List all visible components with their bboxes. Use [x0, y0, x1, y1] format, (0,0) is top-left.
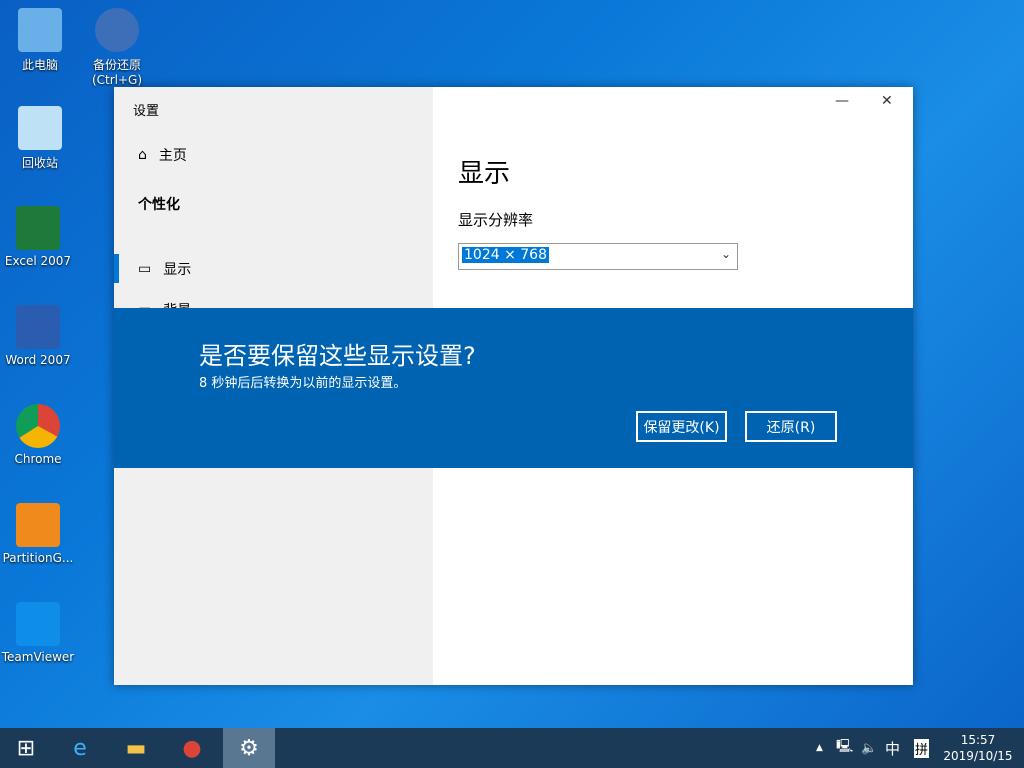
window-title: 设置 [133, 104, 160, 119]
home-label: 主页 [158, 148, 187, 164]
icon-label: PartitionG... [2, 551, 74, 565]
revert-button[interactable]: 还原(R) [745, 411, 837, 442]
minimize-button[interactable]: — [835, 93, 849, 109]
gear-icon: ⚙ [239, 735, 259, 761]
icon-label: 回收站 [21, 156, 58, 170]
desktop-icon-backup[interactable]: 备份还原 (Ctrl+G) [79, 8, 155, 87]
sidebar-item-display[interactable]: ▭ 显示 [138, 259, 191, 279]
network-icon[interactable]: 🖳 [836, 728, 853, 768]
teamviewer-icon [16, 602, 60, 646]
chevron-down-icon: ⌄ [720, 247, 731, 261]
volume-icon[interactable]: 🔈 [861, 728, 877, 768]
home-icon: ⌂ [138, 147, 147, 163]
show-hidden-icons[interactable]: ▲ [816, 728, 823, 768]
page-title: 显示 [458, 159, 511, 189]
monitor-icon: ▭ [138, 261, 152, 277]
clock[interactable]: 15:57 2019/10/15 [940, 728, 1016, 768]
resolution-dropdown[interactable]: 1024 × 768 ⌄ [458, 243, 738, 270]
ime-mode-label: 拼 [914, 738, 930, 758]
taskbar-settings[interactable]: ⚙ [223, 728, 275, 768]
dialog-message: 8 秒钟后后转换为以前的显示设置。 [199, 376, 407, 391]
dialog-title: 是否要保留这些显示设置? [199, 342, 476, 370]
desktop-icon-this-pc[interactable]: 此电脑 [2, 8, 78, 73]
icon-label: Word 2007 [5, 353, 71, 367]
desktop-icon-partition[interactable]: PartitionG... [0, 503, 76, 565]
time: 15:57 [960, 733, 996, 747]
close-button[interactable]: ✕ [881, 93, 893, 109]
icon-label: Chrome [14, 452, 62, 466]
resolution-label: 显示分辨率 [458, 211, 534, 229]
chrome-icon [16, 404, 60, 448]
desktop-icon-excel[interactable]: Excel 2007 [0, 206, 76, 268]
sidebar-section-heading: 个性化 [138, 197, 180, 213]
windows-icon: ⊞ [16, 735, 36, 761]
desktop-icon-teamviewer[interactable]: TeamViewer [0, 602, 76, 664]
taskbar-explorer[interactable]: ▬ [110, 728, 162, 768]
resolution-value: 1024 × 768 [462, 247, 549, 263]
partitionguru-icon [16, 503, 60, 547]
desktop-icon-recycle-bin[interactable]: 回收站 [2, 106, 78, 171]
keep-changes-button[interactable]: 保留更改(K) [636, 411, 727, 442]
ime-mode[interactable]: 拼 [914, 728, 930, 768]
icon-label: 备份还原 (Ctrl+G) [91, 58, 143, 87]
taskbar: ⊞ e ▬ ● ⚙ ▲ 🖳 🔈 中 拼 15:57 2019/10/15 [0, 728, 1024, 768]
keep-settings-dialog: 是否要保留这些显示设置? 8 秒钟后后转换为以前的显示设置。 保留更改(K) 还… [114, 308, 913, 468]
icon-label: TeamViewer [1, 650, 75, 664]
icon-label: 此电脑 [21, 58, 58, 72]
desktop-icon-chrome[interactable]: Chrome [0, 404, 76, 466]
excel-icon [16, 206, 60, 250]
computer-icon [18, 8, 62, 52]
sidebar-item-home[interactable]: ⌂ 主页 [138, 145, 187, 165]
chrome-icon: ● [182, 735, 202, 761]
desktop-icon-word[interactable]: Word 2007 [0, 305, 76, 367]
selection-indicator [114, 254, 119, 283]
ie-icon: e [73, 735, 87, 761]
icon-label: Excel 2007 [4, 254, 72, 268]
folder-icon: ▬ [125, 735, 147, 761]
backup-icon [95, 8, 139, 52]
start-button[interactable]: ⊞ [0, 728, 52, 768]
recycle-bin-icon [18, 106, 62, 150]
ime-indicator[interactable]: 中 [885, 728, 900, 768]
taskbar-ie[interactable]: e [54, 728, 106, 768]
display-label: 显示 [163, 262, 192, 278]
date: 2019/10/15 [943, 749, 1013, 763]
taskbar-chrome[interactable]: ● [166, 728, 218, 768]
word-icon [16, 305, 60, 349]
